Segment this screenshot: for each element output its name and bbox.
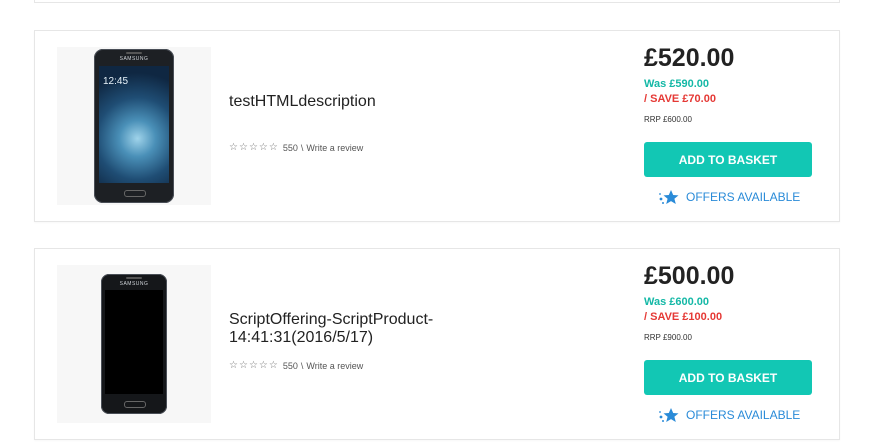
product-image[interactable]: SAMSUNG bbox=[57, 265, 211, 423]
rating-stars: ☆ ☆ ☆ ☆ ☆ bbox=[229, 143, 278, 153]
phone-speaker bbox=[126, 277, 142, 279]
price-block: £500.00 Was £600.00 / SAVE £100.00 RRP £… bbox=[644, 259, 824, 344]
was-price: Was £600.00 bbox=[644, 296, 710, 308]
star-outline-icon: ☆ bbox=[258, 360, 268, 371]
star-outline-icon: ☆ bbox=[258, 142, 268, 153]
add-to-basket-button[interactable]: ADD TO BASKET bbox=[644, 360, 812, 395]
save-amount: / SAVE £70.00 bbox=[644, 93, 716, 105]
offers-available-link[interactable]: OFFERS AVAILABLE bbox=[658, 406, 800, 424]
rrp-price: RRP £600.00 bbox=[644, 115, 692, 124]
phone-screen bbox=[105, 290, 163, 394]
review-separator: \ bbox=[300, 361, 304, 371]
sparkle-star-icon bbox=[659, 190, 679, 204]
star-outline-icon: ☆ bbox=[238, 360, 248, 371]
write-review-link[interactable]: Write a review bbox=[306, 361, 363, 371]
save-amount: / SAVE £100.00 bbox=[644, 311, 723, 323]
star-outline-icon: ☆ bbox=[248, 142, 258, 153]
offers-available-label: OFFERS AVAILABLE bbox=[686, 408, 801, 422]
star-outline-icon: ☆ bbox=[238, 142, 248, 153]
phone-speaker bbox=[126, 52, 142, 54]
product-card: SAMSUNG 12:45 testHTMLdescription ☆ ☆ ☆ … bbox=[34, 30, 840, 222]
previous-product-card bbox=[34, 0, 840, 3]
star-outline-icon: ☆ bbox=[268, 360, 278, 371]
offers-available-link[interactable]: OFFERS AVAILABLE bbox=[658, 188, 800, 206]
product-rating: ☆ ☆ ☆ ☆ ☆ 550 \ Write a review bbox=[229, 361, 363, 372]
price-block: £520.00 Was £590.00 / SAVE £70.00 RRP £6… bbox=[644, 41, 824, 126]
star-outline-icon: ☆ bbox=[229, 360, 238, 371]
product-rating: ☆ ☆ ☆ ☆ ☆ 550 \ Write a review bbox=[229, 143, 363, 154]
review-count: 550 bbox=[282, 143, 298, 153]
offers-available-label: OFFERS AVAILABLE bbox=[686, 190, 801, 204]
current-price: £520.00 bbox=[644, 44, 735, 72]
phone-image: SAMSUNG 12:45 bbox=[94, 49, 174, 203]
rrp-price: RRP £900.00 bbox=[644, 333, 692, 342]
star-outline-icon: ☆ bbox=[229, 142, 238, 153]
star-outline-icon: ☆ bbox=[268, 142, 278, 153]
phone-screen: 12:45 bbox=[99, 66, 169, 183]
current-price: £500.00 bbox=[644, 262, 735, 290]
star-outline-icon: ☆ bbox=[248, 360, 258, 371]
phone-brand: SAMSUNG bbox=[119, 281, 149, 287]
phone-home-button bbox=[124, 401, 146, 408]
product-title[interactable]: testHTMLdescription bbox=[229, 93, 489, 111]
review-count: 550 bbox=[282, 361, 298, 371]
write-review-link[interactable]: Write a review bbox=[306, 143, 363, 153]
sparkle-star-icon bbox=[659, 408, 679, 422]
phone-home-button bbox=[124, 190, 146, 197]
phone-brand: SAMSUNG bbox=[119, 56, 149, 62]
product-image[interactable]: SAMSUNG 12:45 bbox=[57, 47, 211, 205]
was-price: Was £590.00 bbox=[644, 78, 710, 90]
phone-clock: 12:45 bbox=[103, 76, 129, 87]
review-separator: \ bbox=[300, 143, 304, 153]
add-to-basket-button[interactable]: ADD TO BASKET bbox=[644, 142, 812, 177]
rating-stars: ☆ ☆ ☆ ☆ ☆ bbox=[229, 361, 278, 371]
product-card: SAMSUNG ScriptOffering-ScriptProduct-14:… bbox=[34, 248, 840, 440]
phone-image: SAMSUNG bbox=[101, 274, 167, 414]
product-title[interactable]: ScriptOffering-ScriptProduct-14:41:31(20… bbox=[229, 311, 489, 347]
